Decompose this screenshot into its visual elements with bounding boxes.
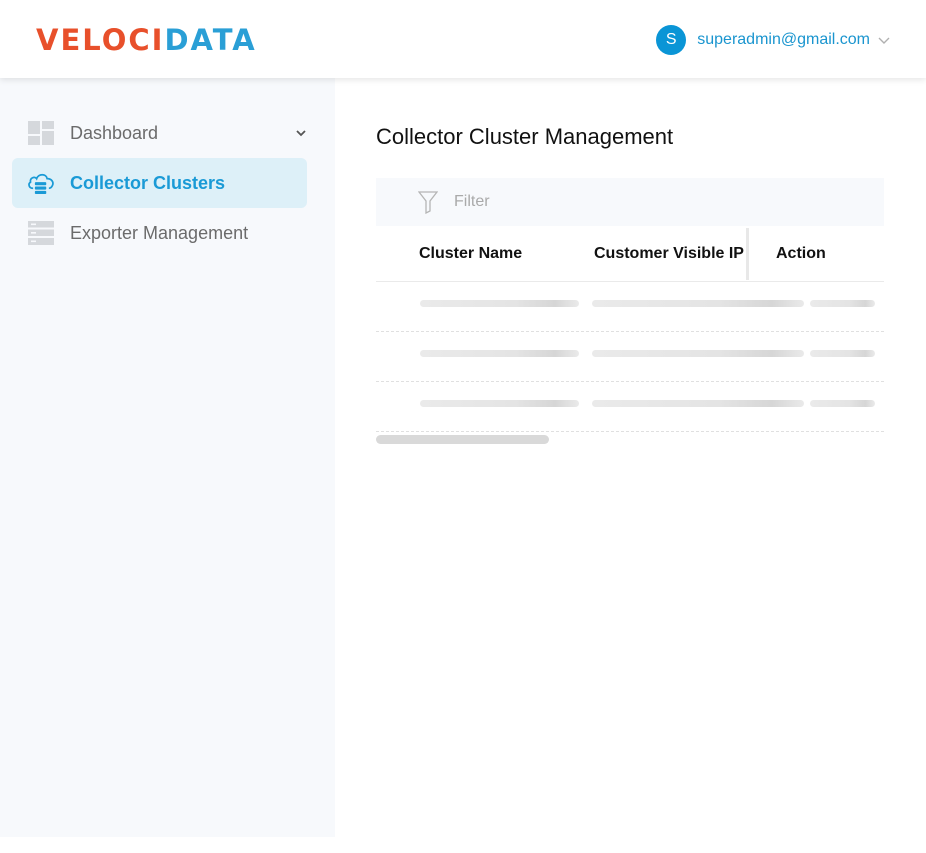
server-rack-icon <box>27 221 55 245</box>
sidebar-item-label: Exporter Management <box>70 222 249 243</box>
sidebar-item-collector-clusters[interactable]: Collector Clusters <box>12 158 307 208</box>
sidebar-item-label: Dashboard <box>70 122 159 143</box>
skeleton-cell <box>810 350 875 357</box>
filter-icon[interactable] <box>418 190 438 214</box>
top-header: VELOCIDATA S superadmin@gmail.com <box>0 0 926 78</box>
table-row-loading <box>376 282 884 332</box>
skeleton-cell <box>810 400 875 407</box>
chevron-down-icon[interactable] <box>878 34 890 46</box>
column-header-customer-visible-ip[interactable]: Customer Visible IP <box>594 245 744 263</box>
cloud-server-icon <box>27 171 55 195</box>
brand-logo[interactable]: VELOCIDATA <box>36 24 257 56</box>
column-resize-handle[interactable] <box>746 228 749 280</box>
user-email[interactable]: superadmin@gmail.com <box>697 31 870 49</box>
filter-bar[interactable] <box>376 178 884 226</box>
sidebar-item-dashboard[interactable]: Dashboard <box>12 108 307 158</box>
skeleton-cell <box>592 300 804 307</box>
avatar[interactable]: S <box>656 25 687 55</box>
horizontal-scrollbar[interactable] <box>376 435 549 444</box>
main-content: Collector Cluster Management Cluster Nam… <box>335 78 926 853</box>
chevron-down-icon[interactable] <box>295 127 307 139</box>
sidebar-item-label: Collector Clusters <box>70 172 226 193</box>
dashboard-icon <box>27 121 55 145</box>
sidebar-item-exporter-management[interactable]: Exporter Management <box>12 208 307 258</box>
table-row-loading <box>376 382 884 432</box>
brand-logo-part1: VELOCI <box>36 23 165 57</box>
skeleton-cell <box>810 300 875 307</box>
page-title: Collector Cluster Management <box>376 124 674 149</box>
brand-logo-part2: DATA <box>164 23 257 57</box>
table-row-loading <box>376 332 884 382</box>
skeleton-cell <box>420 300 579 307</box>
user-menu[interactable]: S superadmin@gmail.com <box>656 25 890 55</box>
column-header-cluster-name[interactable]: Cluster Name <box>419 245 522 263</box>
clusters-table: Cluster Name Customer Visible IP Action <box>376 226 884 444</box>
skeleton-cell <box>420 350 579 357</box>
skeleton-cell <box>592 400 804 407</box>
sidebar: Dashboard Collector Clusters Exporter Ma… <box>0 78 335 837</box>
column-header-action[interactable]: Action <box>776 245 826 263</box>
filter-input[interactable] <box>454 193 834 211</box>
table-header: Cluster Name Customer Visible IP Action <box>376 226 884 282</box>
skeleton-cell <box>592 350 804 357</box>
skeleton-cell <box>420 400 579 407</box>
